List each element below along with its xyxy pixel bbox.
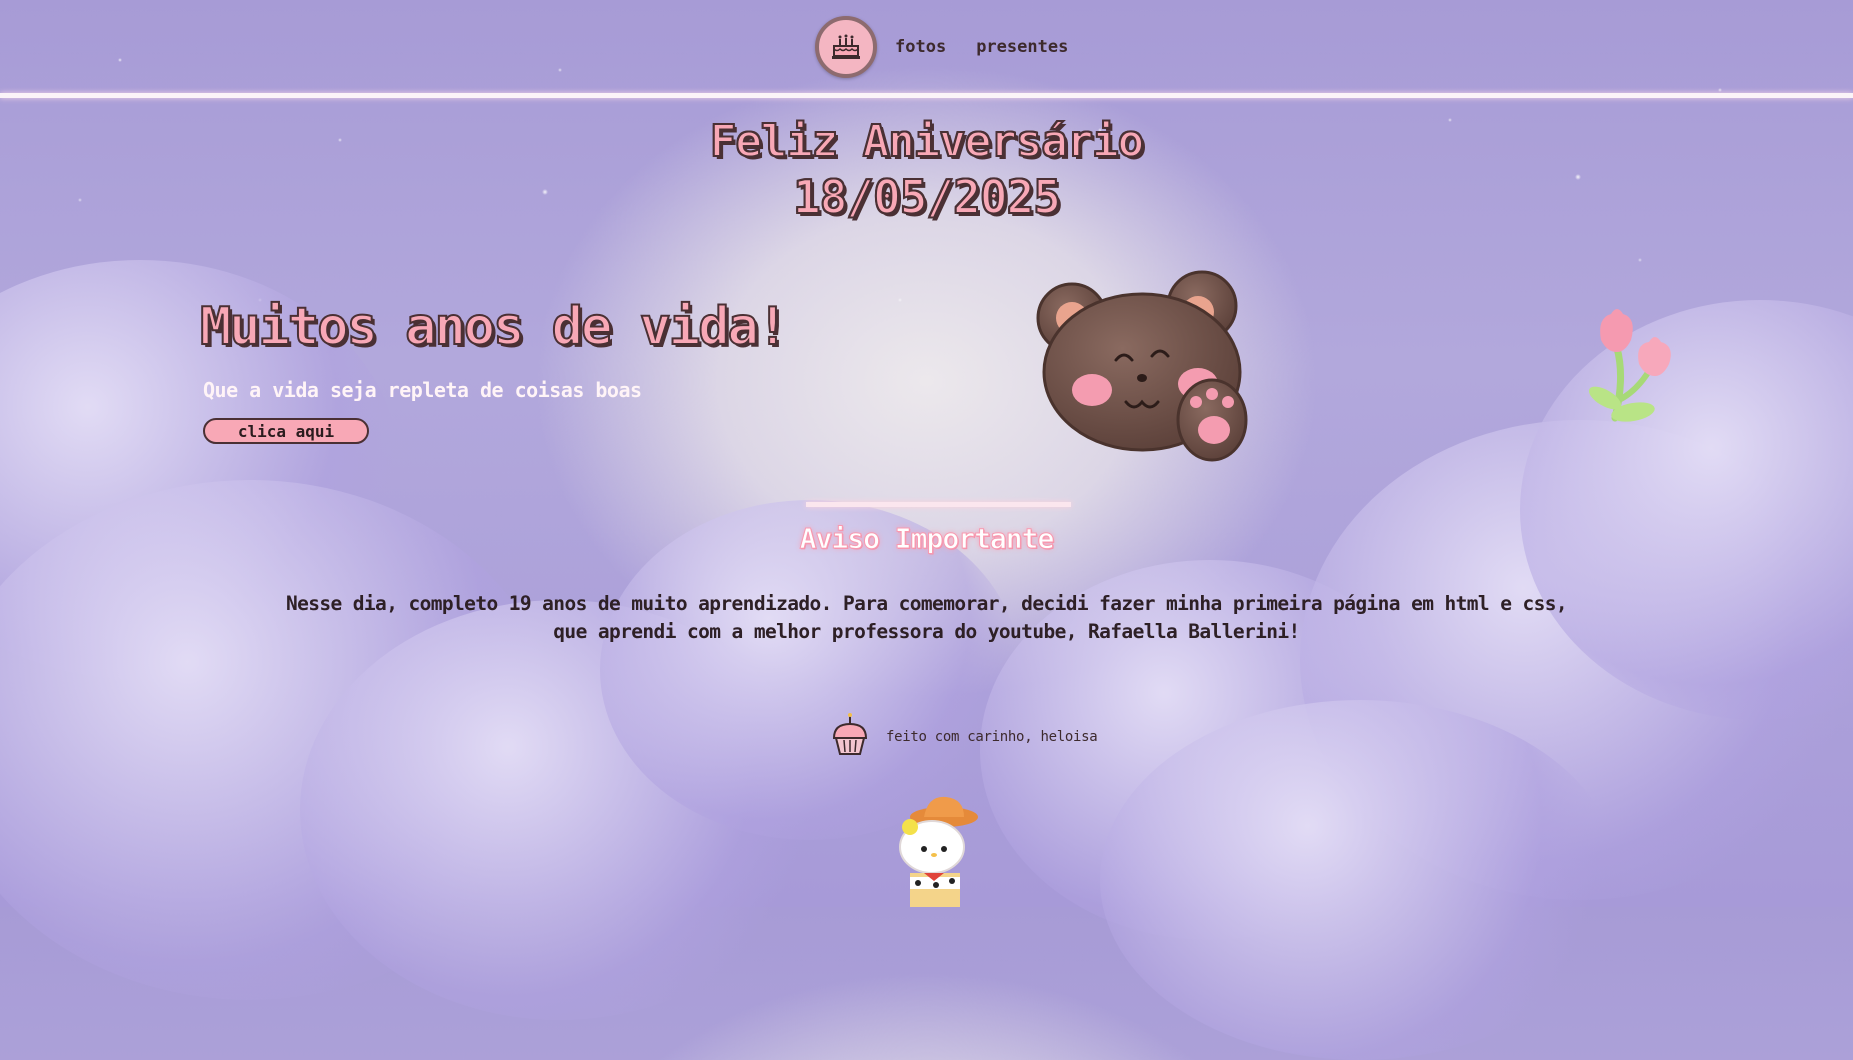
page-title: Feliz Aniversário	[709, 115, 1145, 168]
notice-line-2: que aprendi com a melhor professora do y…	[553, 620, 1300, 643]
site-header: fotos presentes	[0, 0, 1853, 98]
notice-body: Nesse dia, completo 19 anos de muito apr…	[200, 590, 1653, 646]
notice-title: Aviso Importante	[799, 522, 1055, 556]
cupcake-icon	[830, 712, 870, 762]
top-nav: fotos presentes	[815, 16, 1068, 78]
click-here-button[interactable]: clica aqui	[203, 418, 369, 444]
hero-title: Muitos anos de vida!	[199, 296, 789, 358]
site-footer: feito com carinho, heloisa	[830, 712, 1098, 762]
hello-kitty-cowboy-icon	[880, 795, 1000, 911]
page-date: 18/05/2025	[792, 169, 1062, 225]
footer-text: feito com carinho, heloisa	[886, 729, 1098, 745]
nav-link-presentes[interactable]: presentes	[976, 37, 1068, 57]
tulip-flower-icon	[1575, 300, 1695, 434]
notice-line-1: Nesse dia, completo 19 anos de muito apr…	[285, 592, 1568, 615]
birthday-cake-icon[interactable]	[815, 16, 877, 78]
header-divider	[0, 93, 1853, 98]
hero-subtitle: Que a vida seja repleta de coisas boas	[203, 378, 642, 402]
notice-divider	[806, 502, 1071, 507]
teddy-bear-icon	[1030, 270, 1260, 474]
nav-link-fotos[interactable]: fotos	[895, 37, 946, 57]
